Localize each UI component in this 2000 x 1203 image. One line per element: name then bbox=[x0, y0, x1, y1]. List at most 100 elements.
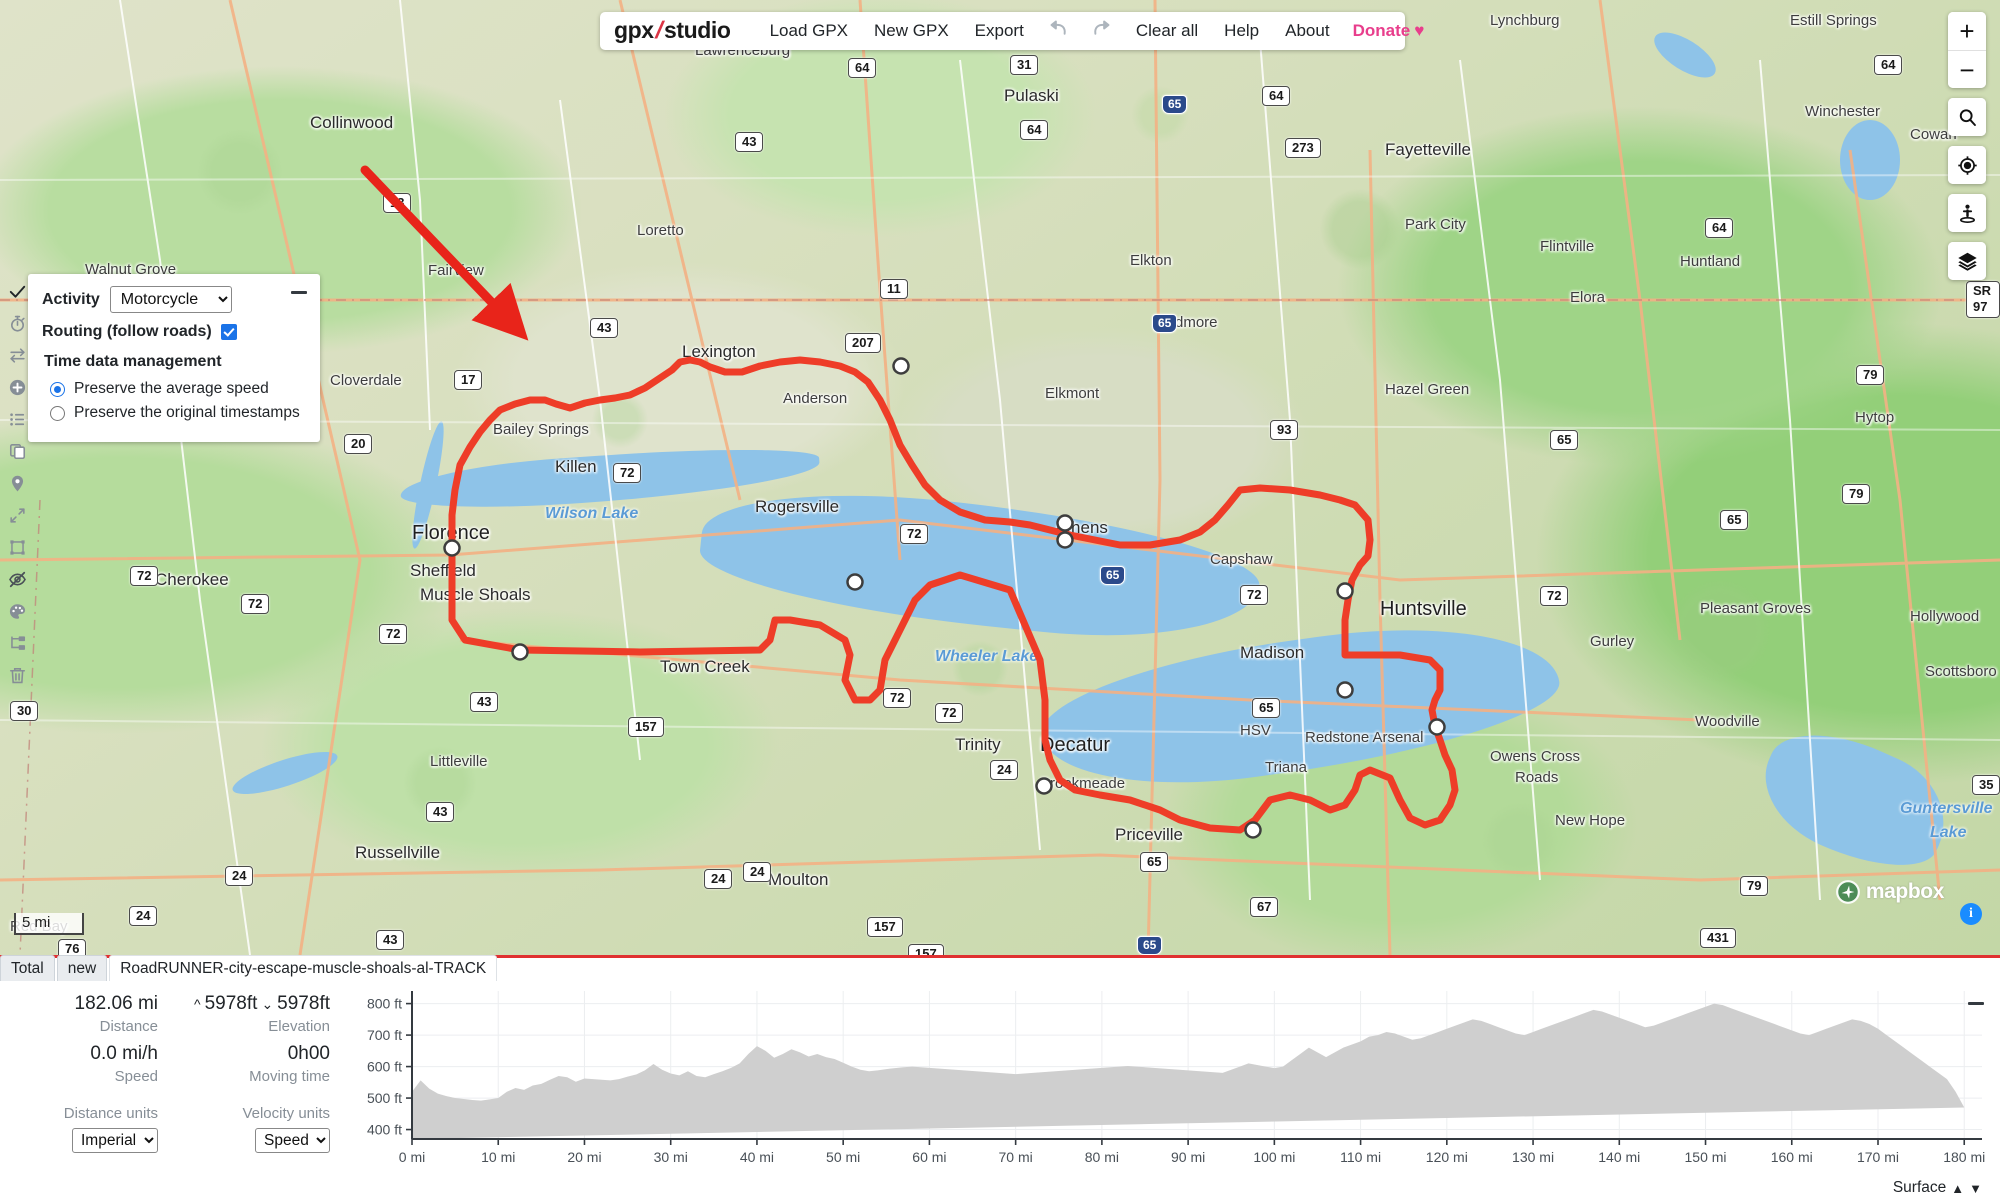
mapbox-attribution[interactable]: mapbox bbox=[1835, 879, 1944, 905]
help-button[interactable]: Help bbox=[1211, 17, 1272, 45]
rail-crop-button[interactable] bbox=[0, 531, 34, 563]
layers-button[interactable] bbox=[1948, 242, 1986, 280]
search-control-group[interactable] bbox=[1948, 98, 1986, 136]
locate-control-group[interactable] bbox=[1948, 146, 1986, 184]
track-tab[interactable]: RoadRUNNER-city-escape-muscle-shoals-al-… bbox=[109, 955, 498, 981]
highway-shield: 43 bbox=[426, 802, 455, 823]
chart-x-ticklabel: 60 mi bbox=[912, 1149, 946, 1165]
time-section-title: Time data management bbox=[44, 353, 222, 370]
zoom-out-button[interactable]: − bbox=[1948, 50, 1986, 88]
radio-original-timestamps-label: Preserve the original timestamps bbox=[74, 404, 300, 421]
new-gpx-button[interactable]: New GPX bbox=[861, 17, 962, 45]
highway-shield: 17 bbox=[454, 370, 483, 391]
map-place-label: Fairview bbox=[428, 262, 484, 279]
layers-control-group[interactable] bbox=[1948, 242, 1986, 280]
streetview-button[interactable] bbox=[1948, 194, 1986, 232]
track-tabs[interactable]: Total new RoadRUNNER-city-escape-muscle-sh… bbox=[0, 955, 499, 981]
rail-waypoint-button[interactable] bbox=[0, 467, 34, 499]
map-place-label: Pleasant Groves bbox=[1700, 600, 1811, 617]
redo-icon[interactable] bbox=[1080, 16, 1123, 47]
rail-style-button[interactable] bbox=[0, 595, 34, 627]
chart-x-ticklabel: 0 mi bbox=[399, 1149, 425, 1165]
activity-select[interactable]: Motorcycle bbox=[109, 286, 232, 313]
elevation-down-icon: ⌄ bbox=[261, 995, 274, 1012]
radio-average-speed-input[interactable] bbox=[50, 381, 65, 397]
elevation-profile-svg[interactable]: 400 ft 500 ft 600 ft 700 ft 800 ft 0 mi 10 mi 2… bbox=[340, 983, 2000, 1173]
map-place-label: Guntersville bbox=[1900, 800, 1993, 817]
rail-structure-button[interactable] bbox=[0, 627, 34, 659]
map-place-label: Winchester bbox=[1805, 103, 1881, 120]
map-place-label: Collinwood bbox=[310, 113, 394, 132]
crosshair-icon bbox=[1957, 155, 1977, 175]
streetview-control-group[interactable] bbox=[1948, 194, 1986, 232]
minimize-arrows-icon bbox=[9, 507, 25, 523]
search-button[interactable] bbox=[1948, 98, 1986, 136]
highway-shield: 72 bbox=[935, 703, 964, 724]
radio-original-timestamps-input[interactable] bbox=[50, 405, 65, 421]
road-network bbox=[0, 0, 2000, 955]
donate-label: Donate bbox=[1352, 21, 1411, 40]
locate-button[interactable] bbox=[1948, 146, 1986, 184]
chart-minimize-button[interactable] bbox=[1968, 989, 1984, 1009]
highway-shield: 93 bbox=[1270, 420, 1299, 441]
surface-down-icon: ▼ bbox=[1969, 1180, 1982, 1196]
track-tab[interactable]: Total bbox=[0, 955, 55, 981]
radio-preserve-average-speed[interactable]: Preserve the average speed bbox=[42, 380, 306, 398]
map-place-label: Park City bbox=[1405, 216, 1466, 233]
activity-settings-panel[interactable]: Activity Motorcycle Routing (follow road… bbox=[28, 274, 320, 442]
highway-shield: 64 bbox=[848, 58, 877, 79]
velocity-units-select[interactable]: Speed bbox=[255, 1128, 330, 1153]
load-gpx-button[interactable]: Load GPX bbox=[757, 17, 861, 45]
map-info-button[interactable]: i bbox=[1960, 903, 1982, 925]
map-place-label: Owens Cross bbox=[1490, 748, 1581, 765]
clear-all-button[interactable]: Clear all bbox=[1123, 17, 1211, 45]
rail-delete-button[interactable] bbox=[0, 659, 34, 691]
panel-minimize-button[interactable] bbox=[288, 282, 310, 302]
chart-x-ticklabel: 70 mi bbox=[999, 1149, 1033, 1165]
undo-icon[interactable] bbox=[1037, 16, 1080, 47]
elevation-chart[interactable]: 400 ft 500 ft 600 ft 700 ft 800 ft 0 mi 10 mi 2… bbox=[340, 983, 2000, 1201]
chart-x-ticklabel: 20 mi bbox=[567, 1149, 601, 1165]
app-logo[interactable]: gpx / studio bbox=[614, 17, 731, 45]
track-tab[interactable]: new bbox=[56, 955, 108, 981]
highway-shield: 43 bbox=[735, 132, 764, 153]
radio-preserve-original-timestamps[interactable]: Preserve the original timestamps bbox=[42, 404, 306, 422]
map-place-label: Flintville bbox=[1540, 238, 1595, 255]
map-place-label: Muscle Shoals bbox=[420, 585, 531, 604]
swap-icon bbox=[9, 347, 25, 363]
map-place-label: Fayetteville bbox=[1385, 140, 1471, 159]
map-place-label: Brookmeade bbox=[1040, 775, 1126, 792]
main-toolbar[interactable]: gpx / studio Load GPX New GPX Export Clear… bbox=[600, 12, 1424, 50]
map-place-label: Lynchburg bbox=[1490, 12, 1560, 29]
donate-button[interactable]: Donate ♥ bbox=[1343, 17, 1435, 45]
chart-x-ticklabel: 100 mi bbox=[1253, 1149, 1295, 1165]
distance-units-label: Distance units bbox=[63, 1105, 158, 1122]
about-button[interactable]: About bbox=[1272, 17, 1342, 45]
map-place-label: Loretto bbox=[637, 222, 684, 239]
map-place-label: Trinity bbox=[955, 735, 1001, 754]
routing-row[interactable]: Routing (follow roads) bbox=[42, 323, 306, 341]
activity-row: Activity Motorcycle bbox=[42, 286, 306, 313]
routing-label: Routing (follow roads) bbox=[42, 323, 212, 340]
surface-toggle[interactable]: Surface ▲ ▼ bbox=[1893, 1179, 1982, 1197]
map-place-label: Florence bbox=[412, 522, 490, 544]
map-controls[interactable]: + − bbox=[1948, 12, 1986, 280]
distance-units-select[interactable]: Imperial bbox=[72, 1128, 158, 1153]
routing-checkbox[interactable] bbox=[220, 324, 237, 340]
rail-reduce-button[interactable] bbox=[0, 499, 34, 531]
highway-shield: 65 bbox=[1162, 95, 1188, 114]
highway-shield: 157 bbox=[628, 717, 664, 738]
export-button[interactable]: Export bbox=[962, 17, 1037, 45]
zoom-in-button[interactable]: + bbox=[1948, 12, 1986, 50]
highway-shield: 24 bbox=[990, 760, 1019, 781]
zoom-control-group[interactable]: + − bbox=[1948, 12, 1986, 88]
rail-hide-button[interactable] bbox=[0, 563, 34, 595]
check-icon bbox=[9, 285, 25, 298]
chart-y-ticklabel: 600 ft bbox=[367, 1059, 402, 1075]
elevation-value: ^ 5978ft ⌄ 5978ft bbox=[172, 985, 330, 1015]
highway-shield: 30 bbox=[10, 701, 39, 722]
map-canvas[interactable]: Collinwood Lawrenceburg Pulaski Lynchburg Es… bbox=[0, 0, 2000, 955]
highway-shield: 24 bbox=[743, 862, 772, 883]
map-place-label: Estill Springs bbox=[1790, 12, 1877, 29]
highway-shield: 273 bbox=[1285, 138, 1321, 159]
